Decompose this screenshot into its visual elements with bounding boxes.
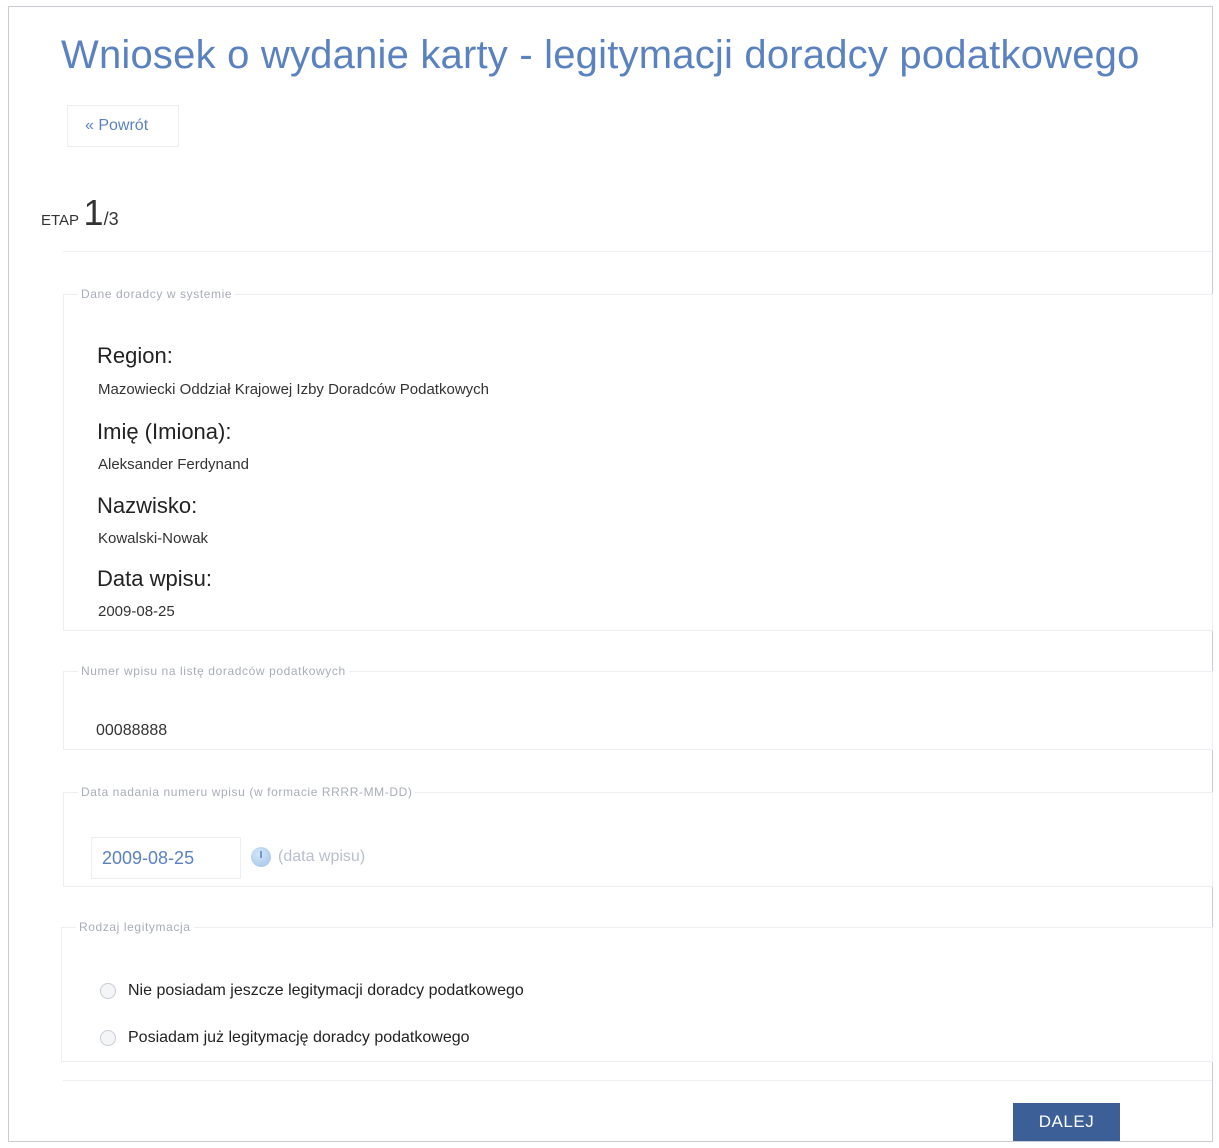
advisor-data-section: Dane doradcy w systemie Region: Mazowiec… bbox=[63, 287, 1213, 631]
entry-number-date-section: Data nadania numeru wpisu (w formacie RR… bbox=[63, 785, 1213, 887]
advisor-data-legend: Dane doradcy w systemie bbox=[81, 287, 233, 301]
option-label: Posiadam już legitymację doradcy podatko… bbox=[128, 1029, 470, 1046]
card-type-option-new[interactable]: Nie posiadam jeszcze legitymacji doradcy… bbox=[100, 982, 524, 1000]
form-page: Wniosek o wydanie karty - legitymacji do… bbox=[8, 6, 1213, 1142]
last-name-value: Kowalski-Nowak bbox=[98, 530, 209, 547]
back-button[interactable]: « Powrót bbox=[67, 105, 179, 147]
stage-divider bbox=[63, 251, 1212, 252]
option-label: Nie posiadam jeszcze legitymacji doradcy… bbox=[128, 982, 524, 999]
first-name-value: Aleksander Ferdynand bbox=[98, 456, 249, 473]
entry-date-value: 2009-08-25 bbox=[98, 603, 175, 620]
radio-button[interactable] bbox=[100, 1030, 116, 1046]
stage-current: 1 bbox=[83, 192, 104, 233]
entry-date-label: Data wpisu: bbox=[97, 566, 212, 591]
entry-number-section: Numer wpisu na listę doradców podatkowyc… bbox=[63, 664, 1213, 750]
entry-number-legend: Numer wpisu na listę doradców podatkowyc… bbox=[81, 664, 346, 678]
card-type-section: Rodzaj legitymacja Nie posiadam jeszcze … bbox=[61, 920, 1213, 1062]
entry-date-hint: (data wpisu) bbox=[278, 848, 366, 865]
radio-button[interactable] bbox=[100, 983, 116, 999]
entry-number-date-legend: Data nadania numeru wpisu (w formacie RR… bbox=[81, 785, 413, 799]
footer-divider bbox=[63, 1080, 1212, 1081]
stage-indicator: ETAP 1/3 bbox=[41, 192, 119, 234]
entry-number-value: 00088888 bbox=[96, 722, 168, 739]
first-name-label: Imię (Imiona): bbox=[97, 419, 232, 444]
card-type-option-existing[interactable]: Posiadam już legitymację doradcy podatko… bbox=[100, 1029, 470, 1047]
entry-number-date-input[interactable] bbox=[91, 837, 241, 879]
card-type-legend: Rodzaj legitymacja bbox=[79, 920, 191, 934]
page-title: Wniosek o wydanie karty - legitymacji do… bbox=[61, 33, 1140, 77]
stage-label: ETAP bbox=[41, 212, 80, 229]
region-label: Region: bbox=[97, 343, 173, 368]
calendar-icon[interactable] bbox=[251, 847, 271, 867]
region-value: Mazowiecki Oddział Krajowej Izby Doradcó… bbox=[98, 381, 489, 398]
next-button[interactable]: DALEJ bbox=[1013, 1103, 1120, 1141]
last-name-label: Nazwisko: bbox=[97, 493, 198, 518]
stage-total: /3 bbox=[103, 209, 119, 229]
